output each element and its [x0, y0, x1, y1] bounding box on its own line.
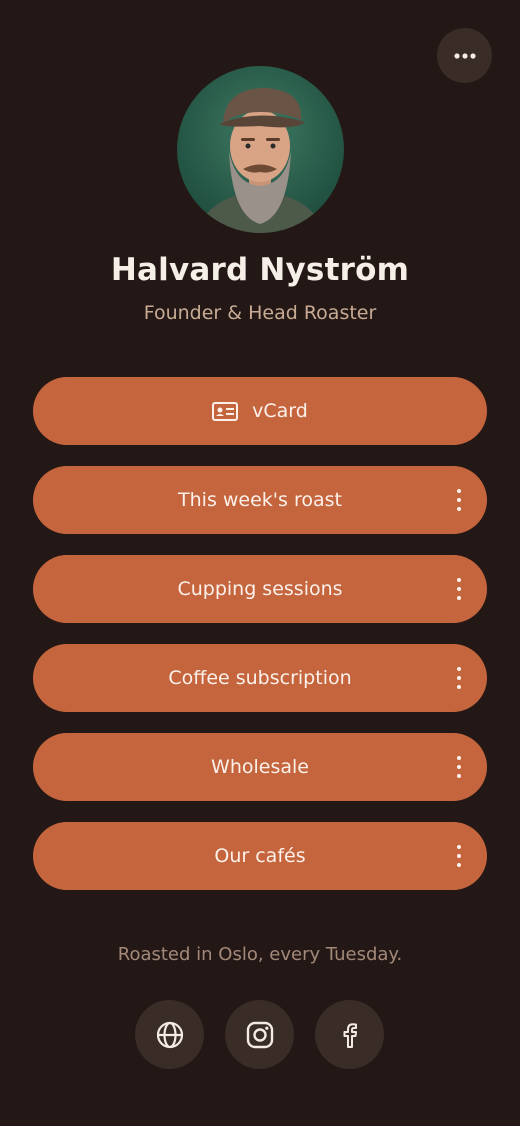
profile-title: Founder & Head Roaster — [143, 302, 377, 324]
tagline: Roasted in Oslo, every Tuesday. — [117, 944, 403, 965]
vcard-label: vCard — [252, 400, 308, 422]
facebook-link[interactable] — [315, 1000, 384, 1069]
link-list: vCard This week's roast Cupping sessions… — [33, 377, 487, 911]
more-options-button[interactable] — [437, 28, 492, 83]
link-label: Coffee subscription — [168, 667, 352, 689]
link-button-our-cafes[interactable]: Our cafés — [33, 822, 487, 890]
facebook-icon — [343, 1022, 357, 1048]
avatar — [177, 66, 344, 233]
website-link[interactable] — [135, 1000, 204, 1069]
link-button-wholesale[interactable]: Wholesale — [33, 733, 487, 801]
link-button-coffee-subscription[interactable]: Coffee subscription — [33, 644, 487, 712]
contact-card-icon — [212, 401, 239, 421]
more-vertical-icon[interactable] — [455, 845, 463, 867]
more-vertical-icon[interactable] — [455, 756, 463, 778]
vcard-button[interactable]: vCard — [33, 377, 487, 445]
more-vertical-icon[interactable] — [455, 489, 463, 511]
instagram-link[interactable] — [225, 1000, 294, 1069]
instagram-icon — [246, 1021, 273, 1048]
more-vertical-icon[interactable] — [455, 578, 463, 600]
more-horizontal-icon — [453, 52, 476, 59]
link-label: Our cafés — [214, 845, 306, 867]
link-button-cupping-sessions[interactable]: Cupping sessions — [33, 555, 487, 623]
globe-icon — [156, 1021, 183, 1048]
more-vertical-icon[interactable] — [455, 667, 463, 689]
link-label: Wholesale — [211, 756, 309, 778]
link-button-weekly-roast[interactable]: This week's roast — [33, 466, 487, 534]
social-links — [135, 1000, 384, 1069]
link-label: Cupping sessions — [177, 578, 343, 600]
profile-name: Halvard Nyström — [110, 252, 410, 288]
link-label: This week's roast — [178, 489, 342, 511]
